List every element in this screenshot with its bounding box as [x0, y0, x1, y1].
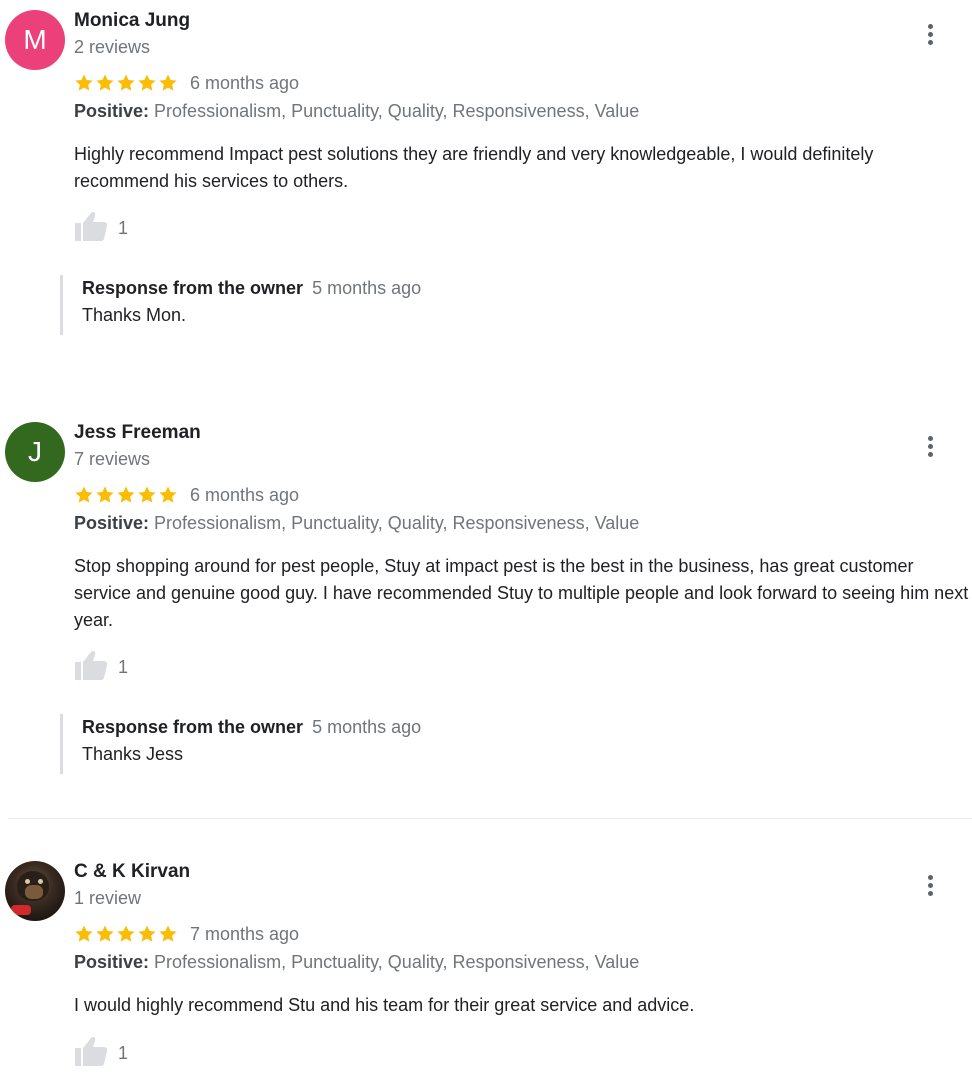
review-text: Highly recommend Impact pest solutions t… [74, 144, 874, 191]
more-options-button[interactable] [918, 871, 942, 899]
reviewer-review-count: 7 reviews [74, 449, 151, 469]
more-vert-icon-dot [927, 435, 933, 441]
star-icon [116, 70, 136, 96]
like-count: 1 [118, 657, 129, 677]
avatar-letter: J [28, 436, 42, 467]
more-vert-icon-dot [927, 39, 933, 45]
thumbs-up-icon [74, 1035, 108, 1072]
review-divider [8, 818, 972, 819]
avatar[interactable] [5, 861, 65, 921]
star-rating [74, 921, 178, 947]
like-button[interactable]: 1 [74, 649, 128, 686]
reviewer-review-count: 2 reviews [74, 37, 151, 57]
star-icon [95, 921, 115, 947]
more-vert-icon-dot [927, 31, 933, 37]
owner-response: Response from the owner 5 months ago Tha… [60, 275, 962, 335]
review-time: 6 months ago [190, 485, 300, 505]
owner-response-header: Response from the owner 5 months ago [82, 716, 962, 738]
review-time: 6 months ago [190, 73, 300, 93]
star-icon [137, 482, 157, 508]
star-icon [95, 482, 115, 508]
positive-attributes: Positive: Professionalism, Punctuality, … [74, 100, 639, 122]
owner-response-header: Response from the owner 5 months ago [82, 277, 962, 299]
more-vert-icon-dot [927, 874, 933, 880]
reviewer-name[interactable]: Monica Jung [74, 10, 190, 32]
review-text: Stop shopping around for pest people, St… [74, 556, 969, 630]
positive-text: Professionalism, Punctuality, Quality, R… [154, 101, 640, 121]
star-icon [95, 70, 115, 96]
review-time: 7 months ago [190, 924, 300, 944]
more-vert-icon-dot [927, 451, 933, 457]
thumbs-up-icon [74, 649, 108, 686]
like-button[interactable]: 1 [74, 210, 128, 247]
owner-response-title: Response from the owner [82, 717, 304, 737]
avatar-photo-detail [25, 879, 30, 884]
like-button[interactable]: 1 [74, 1035, 128, 1072]
reviewer-name[interactable]: Jess Freeman [74, 422, 201, 444]
avatar[interactable]: M [5, 10, 65, 70]
avatar-photo-detail [25, 885, 43, 899]
more-vert-icon-dot [927, 882, 933, 888]
star-rating [74, 482, 178, 508]
more-options-button[interactable] [918, 432, 942, 460]
avatar[interactable]: J [5, 422, 65, 482]
positive-attributes: Positive: Professionalism, Punctuality, … [74, 951, 639, 973]
positive-attributes: Positive: Professionalism, Punctuality, … [74, 512, 639, 534]
owner-response: Response from the owner 5 months ago Tha… [60, 714, 962, 774]
more-vert-icon-dot [927, 443, 933, 449]
like-count: 1 [118, 1043, 129, 1063]
owner-response-time: 5 months ago [312, 717, 422, 737]
star-icon [137, 70, 157, 96]
star-icon [158, 921, 178, 947]
positive-text: Professionalism, Punctuality, Quality, R… [154, 513, 640, 533]
star-icon [74, 482, 94, 508]
star-icon [158, 482, 178, 508]
positive-label: Positive: [74, 101, 150, 121]
avatar-photo-detail [38, 879, 43, 884]
positive-label: Positive: [74, 952, 150, 972]
avatar-photo-detail [11, 905, 31, 915]
more-options-button[interactable] [918, 20, 942, 48]
star-icon [116, 482, 136, 508]
owner-response-text: Thanks Jess [82, 744, 184, 764]
more-vert-icon-dot [927, 890, 933, 896]
star-icon [74, 70, 94, 96]
positive-label: Positive: [74, 513, 150, 533]
like-count: 1 [118, 218, 129, 238]
owner-response-text: Thanks Mon. [82, 305, 187, 325]
star-icon [116, 921, 136, 947]
star-icon [158, 70, 178, 96]
review-text: I would highly recommend Stu and his tea… [74, 995, 695, 1015]
reviewer-review-count: 1 review [74, 888, 142, 908]
reviewer-name[interactable]: C & K Kirvan [74, 861, 190, 883]
more-vert-icon-dot [927, 23, 933, 29]
thumbs-up-icon [74, 210, 108, 247]
star-icon [137, 921, 157, 947]
avatar-letter: M [23, 24, 47, 55]
positive-text: Professionalism, Punctuality, Quality, R… [154, 952, 640, 972]
star-rating [74, 70, 178, 96]
owner-response-title: Response from the owner [82, 278, 304, 298]
star-icon [74, 921, 94, 947]
owner-response-time: 5 months ago [312, 278, 422, 298]
